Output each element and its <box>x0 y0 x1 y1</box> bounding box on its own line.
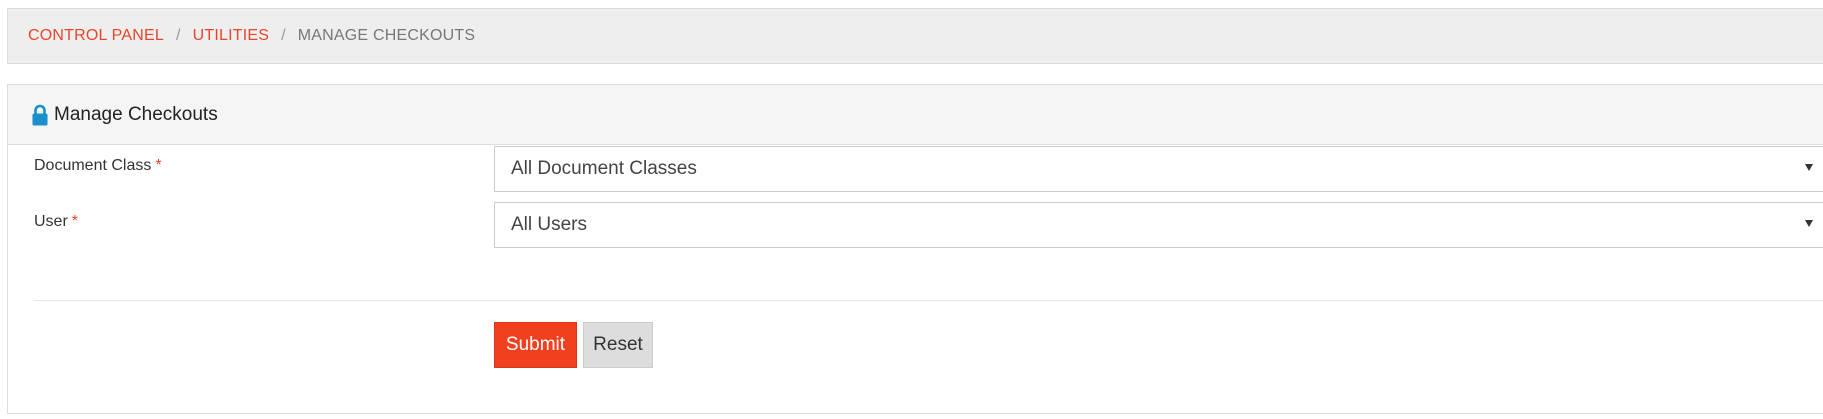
breadcrumb-separator: / <box>175 27 181 44</box>
document-class-value: All Document Classes <box>511 158 697 179</box>
breadcrumb: CONTROL PANEL / UTILITIES / MANAGE CHECK… <box>7 8 1823 64</box>
panel-title: Manage Checkouts <box>54 103 218 125</box>
breadcrumb-separator: / <box>281 27 286 44</box>
lock-icon <box>32 104 48 126</box>
user-label: User * <box>34 213 79 230</box>
required-mark: * <box>71 213 79 230</box>
breadcrumb-utilities[interactable]: UTILITIES <box>193 27 269 45</box>
document-class-row: Document Class * All Document Classes <box>34 146 1823 192</box>
document-class-select[interactable]: All Document Classes <box>494 146 1823 192</box>
document-class-label: Document Class * <box>34 157 162 174</box>
panel-heading: Manage Checkouts <box>8 85 1823 145</box>
submit-button[interactable]: Submit <box>494 322 577 368</box>
breadcrumb-control-panel[interactable]: CONTROL PANEL <box>28 27 164 45</box>
form-divider <box>34 300 1823 301</box>
user-row: User * All Users <box>34 202 1823 248</box>
caret-down-icon <box>1805 220 1813 227</box>
user-select[interactable]: All Users <box>494 202 1823 248</box>
reset-button[interactable]: Reset <box>583 322 653 368</box>
caret-down-icon <box>1805 164 1813 171</box>
required-mark: * <box>155 157 162 174</box>
breadcrumb-current: MANAGE CHECKOUTS <box>297 27 476 44</box>
user-value: All Users <box>511 214 588 235</box>
manage-checkouts-panel: Manage Checkouts Document Class * All Doc… <box>7 84 1823 414</box>
